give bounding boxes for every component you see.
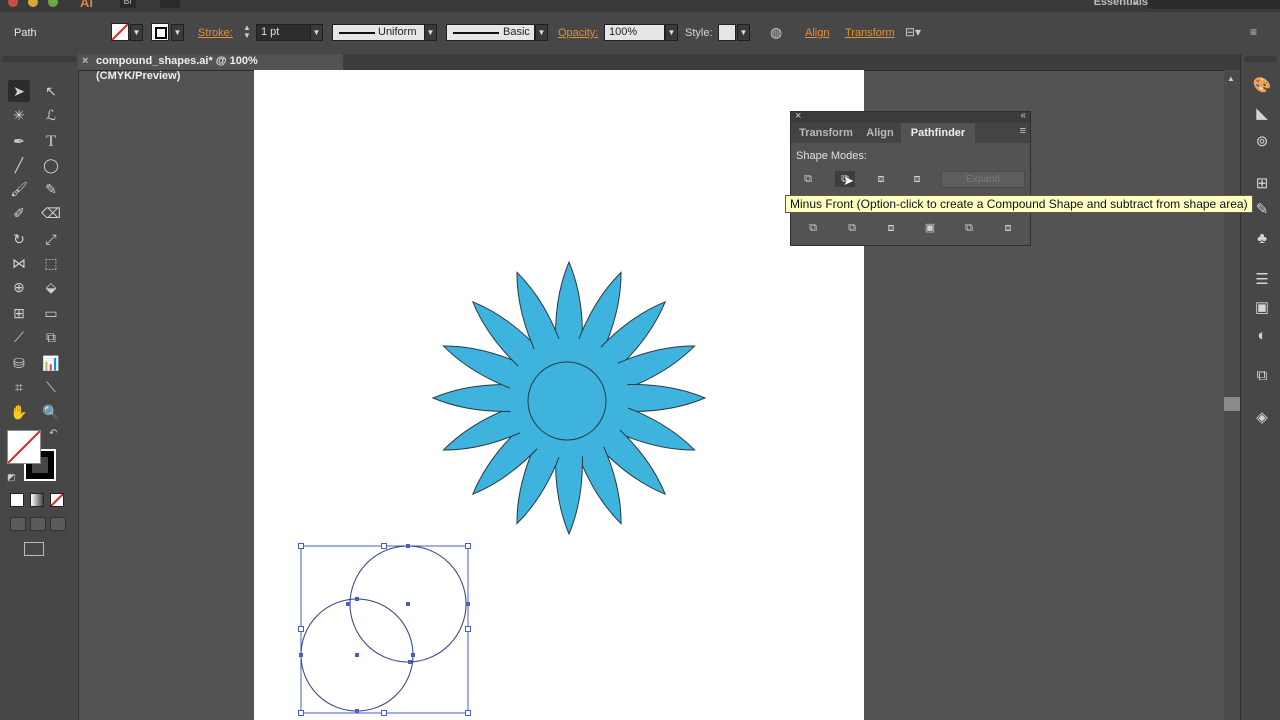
artwork-layer [298,260,707,716]
brushes-icon[interactable]: ✎ [1252,200,1272,220]
outline-button[interactable]: ⧉ [959,220,979,236]
flower-center-circle[interactable] [527,361,607,441]
minus-back-button[interactable]: ⧈ [998,220,1018,236]
bounding-box-handles[interactable] [298,543,471,716]
panel-dock: 🎨 ◣ ⊚ ⊞ ✎ ♣ ☰ ▣ ◐ ⧉ ◈ [1240,54,1280,720]
dock-header [1245,56,1277,62]
exclude-icon: ⧈ [913,173,921,185]
divide-icon: ⧉ [809,222,817,234]
scroll-thumb[interactable] [1224,397,1240,411]
panel-tab-strip: Transform Align Pathfinder ≡ [791,123,1030,143]
kuler-icon[interactable]: ⊚ [1252,132,1272,152]
flower-petal [431,384,522,412]
swatches-icon[interactable]: ⊞ [1252,174,1272,194]
merge-button[interactable]: ⧈ [881,220,901,236]
minus-front-tooltip: Minus Front (Option-click to create a Co… [785,195,1253,213]
panel-collapse-icon[interactable]: « [1020,110,1026,121]
artboards-panel-icon[interactable]: ⧉ [1252,366,1272,386]
merge-icon: ⧈ [887,222,895,234]
intersect-button[interactable]: ⧈ [871,171,891,187]
gradient-panel-icon[interactable]: ▣ [1252,298,1272,318]
expand-button[interactable]: Expand [941,171,1025,188]
crop-button[interactable]: ▣ [920,220,940,236]
exclude-button[interactable]: ⧈ [907,171,927,187]
vertical-scrollbar[interactable]: ▲ [1224,70,1240,720]
stroke-panel-icon[interactable]: ☰ [1252,270,1272,290]
color-guide-icon[interactable]: ◣ [1252,104,1272,124]
scroll-up-icon[interactable]: ▲ [1227,74,1235,83]
panel-menu-icon[interactable]: ≡ [1020,125,1026,137]
unite-button[interactable]: ⧉ [798,171,818,187]
crop-icon: ▣ [924,222,936,234]
mouse-cursor-icon: ➤ [843,173,854,188]
pathfinder-panel: × « Transform Align Pathfinder ≡ Shape M… [790,110,1031,246]
panel-close-icon[interactable]: × [795,110,801,122]
symbols-icon[interactable]: ♣ [1252,229,1272,249]
outline-icon: ⧉ [965,222,973,234]
color-palette-icon[interactable]: 🎨 [1252,76,1272,96]
tab-align[interactable]: Align [861,123,899,143]
anchor-points [299,544,470,713]
selected-circles-group[interactable] [298,543,471,716]
minus-back-icon: ⧈ [1004,222,1012,234]
flower-petal [555,260,583,351]
trim-icon: ⧉ [848,222,856,234]
flower-petal [616,384,707,412]
flower-petal [555,445,583,536]
trim-button[interactable]: ⧉ [842,220,862,236]
selection-bounding-box [300,545,469,714]
panel-title-bar[interactable]: × « [791,110,1030,123]
shape-modes-label: Shape Modes: [796,150,867,162]
tab-pathfinder[interactable]: Pathfinder [901,123,975,143]
divide-button[interactable]: ⧉ [803,220,823,236]
intersect-icon: ⧈ [877,173,885,185]
layers-icon[interactable]: ◈ [1252,408,1272,428]
tab-transform[interactable]: Transform [791,123,861,143]
transparency-icon[interactable]: ◐ [1252,326,1272,346]
unite-icon: ⧉ [804,173,812,185]
